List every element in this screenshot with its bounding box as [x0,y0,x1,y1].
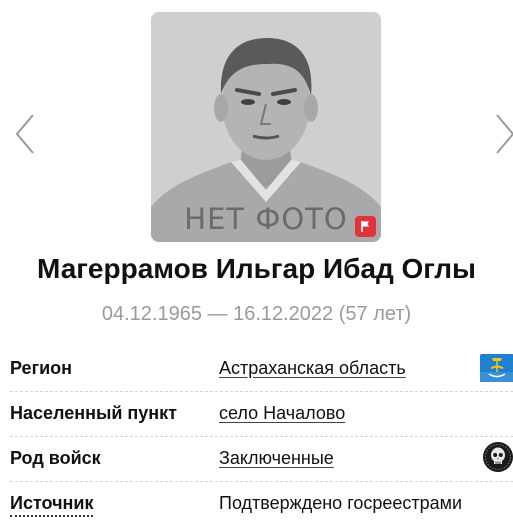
report-flag-button[interactable] [355,216,376,237]
info-label-source[interactable]: Источник [10,493,94,517]
carousel-next-button[interactable] [494,112,513,156]
skull-icon [483,442,513,472]
info-value-locality-link[interactable]: село Началово [219,403,345,424]
chevron-left-icon [15,114,34,154]
info-value-source: Подтверждено госреестрами [219,493,463,513]
person-name: Магеррамов Ильгар Ибад Оглы [37,253,476,284]
person-photo-placeholder: НЕТ ФОТО [151,12,381,242]
info-label-region: Регион [10,358,72,378]
info-row-region: Регион Астраханская область [10,346,513,392]
no-photo-label: НЕТ ФОТО [184,202,348,236]
chevron-right-icon [496,114,513,154]
info-row-locality: Населенный пункт село Началово [10,391,513,437]
info-value-branch-link[interactable]: Заключенные [219,448,334,469]
astrakhan-region-flag-icon [480,354,513,382]
info-row-branch: Род войск Заключенные [10,436,513,482]
info-value-region-link[interactable]: Астраханская область [219,358,406,379]
info-label-locality: Населенный пункт [10,403,178,423]
info-label-branch: Род войск [10,448,101,468]
flag-icon [361,221,369,232]
carousel-prev-button[interactable] [14,112,36,156]
person-dates: 04.12.1965 — 16.12.2022 (57 лет) [101,303,412,325]
info-row-source: Источник Подтверждено госреестрами [10,481,513,526]
